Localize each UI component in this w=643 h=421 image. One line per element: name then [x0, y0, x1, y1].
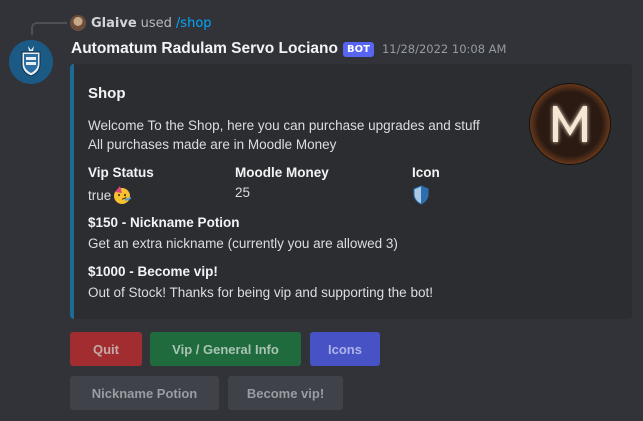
field-name: Vip Status: [88, 165, 154, 180]
field-vip-status: Vip Status true: [88, 165, 154, 205]
become-vip-button[interactable]: Become vip!: [228, 376, 343, 410]
vip-status-value: true: [88, 187, 112, 203]
field-name: Icon: [412, 165, 440, 180]
field-moodle-money: Moodle Money 25: [235, 165, 329, 200]
embed-thumbnail[interactable]: [529, 83, 611, 165]
embed-description: Welcome To the Shop, here you can purcha…: [88, 116, 480, 154]
shop-embed: Shop Welcome To the Shop, here you can p…: [70, 64, 632, 319]
icons-button[interactable]: Icons: [310, 332, 380, 366]
field-icon: Icon: [412, 165, 440, 205]
shop-item-description: Out of Stock! Thanks for being vip and s…: [88, 285, 433, 300]
field-value: [412, 185, 440, 205]
vip-general-info-button[interactable]: Vip / General Info: [150, 332, 301, 366]
field-value: true: [88, 185, 154, 205]
field-name: Moodle Money: [235, 165, 329, 180]
shop-item-description: Get an extra nickname (currently you are…: [88, 236, 398, 251]
reply-command-link[interactable]: /shop: [176, 16, 212, 31]
party-face-icon: [114, 186, 132, 204]
quit-button[interactable]: Quit: [70, 332, 142, 366]
embed-description-line: Welcome To the Shop, here you can purcha…: [88, 118, 480, 133]
bot-avatar[interactable]: [9, 40, 53, 84]
reply-used-text: used: [140, 15, 172, 31]
shield-icon: [413, 185, 429, 205]
embed-description-line: All purchases made are in Moodle Money: [88, 137, 337, 152]
message-header: Automatum Radulam Servo Lociano BOT 11/2…: [71, 40, 506, 58]
moodle-money-value: 25: [235, 185, 251, 200]
crest-icon: [9, 40, 53, 84]
shop-item-title: $1000 - Become vip!: [88, 264, 218, 279]
shop-item-title: $150 - Nickname Potion: [88, 215, 240, 230]
reply-reference[interactable]: Glaive used /shop: [70, 14, 212, 32]
nickname-potion-button[interactable]: Nickname Potion: [70, 376, 219, 410]
shop-item-become-vip: $1000 - Become vip! Out of Stock! Thanks…: [88, 264, 433, 300]
moodle-m-logo-icon: [553, 106, 587, 142]
reply-user-avatar[interactable]: [70, 15, 86, 31]
reply-connector-line: [31, 22, 67, 35]
bot-tag-badge: BOT: [342, 41, 374, 57]
message-timestamp[interactable]: 11/28/2022 10:08 AM: [382, 42, 507, 56]
shop-item-nickname-potion: $150 - Nickname Potion Get an extra nick…: [88, 215, 398, 251]
embed-title: Shop: [88, 85, 126, 102]
bot-username[interactable]: Automatum Radulam Servo Lociano: [71, 40, 338, 58]
reply-username[interactable]: Glaive: [91, 16, 137, 31]
